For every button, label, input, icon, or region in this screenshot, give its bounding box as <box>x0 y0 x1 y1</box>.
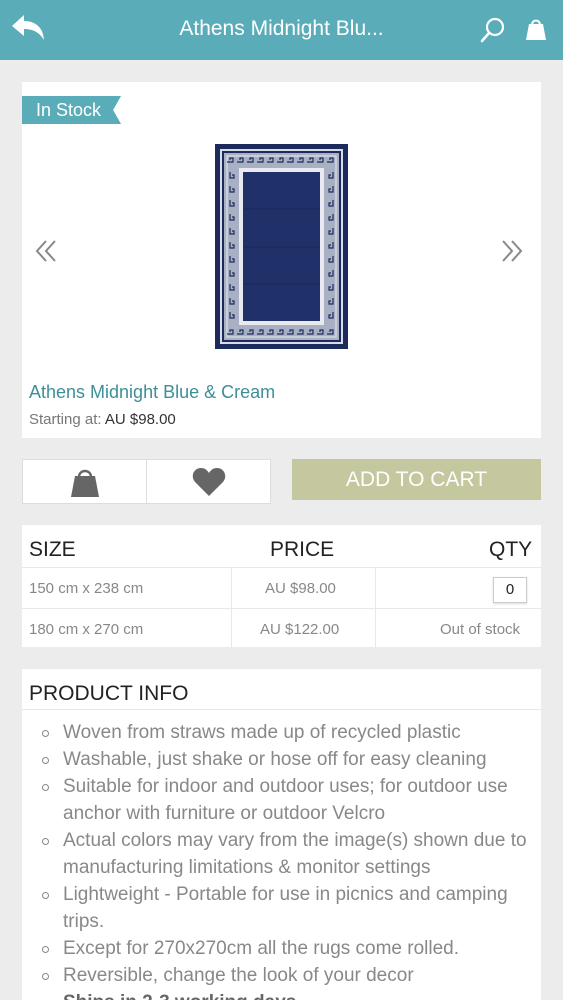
product-card: In Stock Athens Midnight Blue & Cream St… <box>22 82 541 438</box>
list-item: Woven from straws made up of recycled pl… <box>42 719 537 746</box>
stock-badge: In Stock <box>22 96 122 124</box>
column-divider <box>231 567 232 647</box>
chevron-double-left-icon[interactable] <box>34 236 60 266</box>
price-label: Starting at: <box>29 411 102 428</box>
table-row: 180 cm x 270 cm AU $122.00 Out of stock <box>22 608 541 649</box>
product-info-list: Woven from straws made up of recycled pl… <box>42 719 537 1000</box>
size-table: SIZE PRICE QTY 150 cm x 238 cm AU $98.00… <box>22 525 541 647</box>
list-item: Suitable for indoor and outdoor uses; fo… <box>42 773 537 827</box>
price-value: AU $98.00 <box>104 411 176 428</box>
list-item: Washable, just shake or hose off for eas… <box>42 746 537 773</box>
list-item: Reversible, change the look of your deco… <box>42 962 537 989</box>
table-row: 150 cm x 238 cm AU $98.00 0 <box>22 567 541 608</box>
add-to-cart-button[interactable]: ADD TO CART <box>292 459 541 500</box>
shopping-bag-icon[interactable] <box>525 17 547 41</box>
stock-status: Out of stock <box>440 621 521 638</box>
list-item: Ships in 2-3 working days <box>42 989 537 1000</box>
heart-icon <box>192 467 226 496</box>
back-arrow-icon[interactable] <box>10 12 46 46</box>
top-bar: Athens Midnight Blu... <box>0 0 563 60</box>
shopping-bag-icon <box>70 469 99 497</box>
bag-button[interactable] <box>23 460 147 503</box>
quantity-input[interactable]: 0 <box>493 577 527 603</box>
price-header: PRICE <box>270 538 335 561</box>
divider <box>22 709 541 710</box>
product-price: Starting at: AU $98.00 <box>29 411 176 428</box>
list-item: Lightweight - Portable for use in picnic… <box>42 881 537 935</box>
size-value: 180 cm x 270 cm <box>29 621 144 638</box>
price-value: AU $122.00 <box>260 621 340 638</box>
search-icon[interactable] <box>480 17 506 43</box>
product-info-card: PRODUCT INFO Woven from straws made up o… <box>22 669 541 1000</box>
price-value: AU $98.00 <box>265 580 336 597</box>
wishlist-button[interactable] <box>147 460 271 503</box>
product-info-title: PRODUCT INFO <box>29 682 189 705</box>
qty-header: QTY <box>489 538 533 561</box>
chevron-double-right-icon[interactable] <box>498 236 524 266</box>
product-name[interactable]: Athens Midnight Blue & Cream <box>29 382 275 403</box>
list-item: Except for 270x270cm all the rugs come r… <box>42 935 537 962</box>
page-title: Athens Midnight Blu... <box>179 17 384 40</box>
size-value: 150 cm x 238 cm <box>29 580 144 597</box>
product-image <box>215 144 348 349</box>
list-item: Actual colors may vary from the image(s)… <box>42 827 537 881</box>
column-divider <box>375 567 376 647</box>
action-buttons <box>22 459 271 504</box>
size-header: SIZE <box>29 538 76 561</box>
